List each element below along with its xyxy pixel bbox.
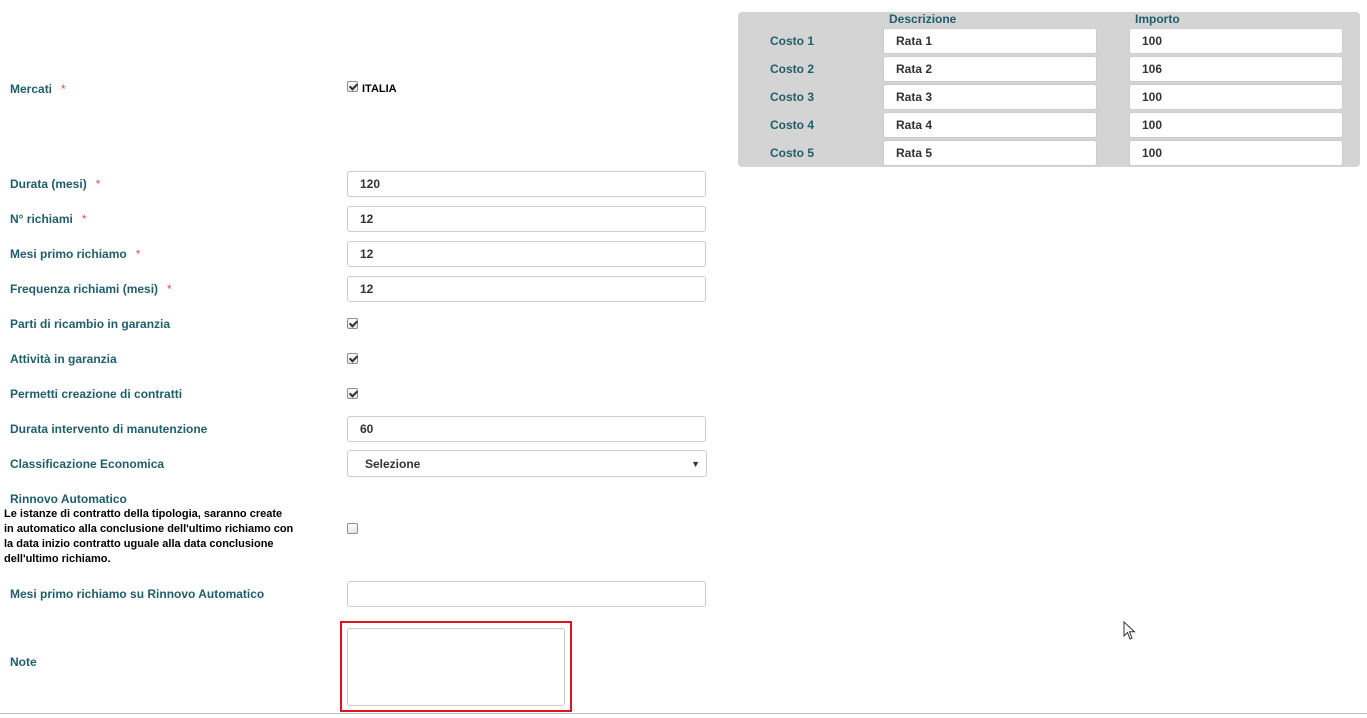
cost-desc-input[interactable]: Rata 3 (883, 84, 1097, 110)
parti-ricambio-checkbox[interactable] (347, 318, 358, 329)
chevron-down-icon: ▼ (691, 459, 700, 469)
costs-header-descrizione: Descrizione (889, 12, 957, 26)
n-richiami-input[interactable]: 12 (347, 206, 706, 232)
mesi-primo-richiamo-input[interactable]: 12 (347, 241, 706, 267)
mercati-italia-checkbox[interactable] (347, 81, 358, 92)
note-textarea[interactable] (347, 628, 565, 706)
cost-row-label: Costo 4 (770, 118, 815, 132)
durata-intervento-input[interactable]: 60 (347, 416, 706, 442)
mercati-label: Mercati * (10, 82, 66, 96)
note-highlight (340, 621, 572, 712)
cost-desc-input[interactable]: Rata 2 (883, 56, 1097, 82)
mesi-rinnovo-label: Mesi primo richiamo su Rinnovo Automatic… (10, 587, 265, 601)
n-richiami-label: N° richiami * (10, 212, 87, 226)
cost-row-label: Costo 1 (770, 34, 815, 48)
cost-importo-input[interactable]: 100 (1129, 140, 1343, 166)
durata-input[interactable]: 120 (347, 171, 706, 197)
cost-row-label: Costo 2 (770, 62, 815, 76)
cost-row-label: Costo 5 (770, 146, 815, 160)
mouse-cursor-icon (1123, 621, 1136, 640)
mesi-rinnovo-input[interactable] (347, 581, 706, 607)
durata-intervento-label: Durata intervento di manutenzione (10, 422, 208, 436)
mercati-italia-label: ITALIA (362, 83, 397, 95)
permetti-contratti-label: Permetti creazione di contratti (10, 387, 183, 401)
cost-importo-input[interactable]: 106 (1129, 56, 1343, 82)
cost-row-label: Costo 3 (770, 90, 815, 104)
rinnovo-automatico-checkbox[interactable] (347, 523, 358, 534)
mesi-primo-richiamo-label: Mesi primo richiamo * (10, 247, 141, 261)
durata-label: Durata (mesi) * (10, 177, 101, 191)
attivita-garanzia-checkbox[interactable] (347, 353, 358, 364)
cost-importo-input[interactable]: 100 (1129, 28, 1343, 54)
cost-desc-input[interactable]: Rata 1 (883, 28, 1097, 54)
rinnovo-automatico-description: Le istanze di contratto della tipologia,… (4, 508, 294, 565)
costs-panel: Descrizione Importo Costo 1 Rata 1 100 C… (738, 12, 1360, 167)
classificazione-label: Classificazione Economica (10, 457, 165, 471)
parti-ricambio-label: Parti di ricambio in garanzia (10, 317, 171, 331)
bottom-divider (0, 713, 1367, 714)
permetti-contratti-checkbox[interactable] (347, 388, 358, 399)
frequenza-richiami-label: Frequenza richiami (mesi) * (10, 282, 172, 296)
cost-importo-input[interactable]: 100 (1129, 112, 1343, 138)
frequenza-richiami-input[interactable]: 12 (347, 276, 706, 302)
cost-importo-input[interactable]: 100 (1129, 84, 1343, 110)
classificazione-select[interactable]: Selezione ▼ (347, 450, 707, 477)
classificazione-selected: Selezione (365, 457, 421, 471)
cost-desc-input[interactable]: Rata 5 (883, 140, 1097, 166)
costs-header-importo: Importo (1135, 12, 1180, 26)
attivita-garanzia-label: Attività in garanzia (10, 352, 117, 366)
cost-desc-input[interactable]: Rata 4 (883, 112, 1097, 138)
rinnovo-automatico-label: Rinnovo Automatico (10, 492, 127, 506)
note-label: Note (10, 655, 37, 669)
